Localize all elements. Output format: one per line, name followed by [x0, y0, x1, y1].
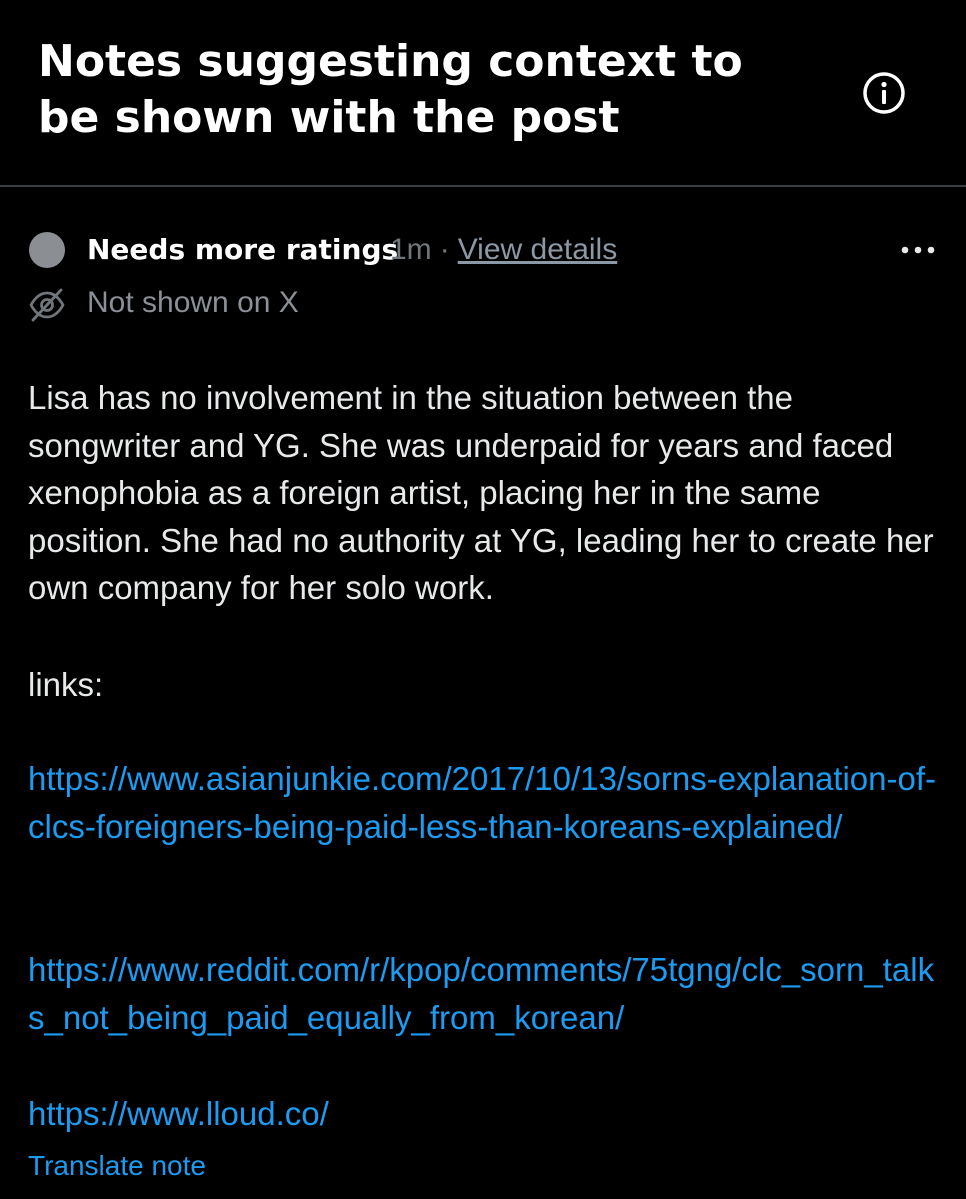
more-options-button[interactable]	[896, 234, 940, 266]
note-link-lloud[interactable]: https://www.lloud.co/	[28, 1090, 940, 1138]
visibility-label: Not shown on X	[87, 286, 299, 319]
note-body: Lisa has no involvement in the situation…	[28, 379, 934, 606]
info-circle-icon	[863, 72, 905, 114]
eye-off-icon	[29, 288, 65, 322]
meta-separator: ·	[439, 233, 450, 266]
page-title: Notes suggesting context to be shown wit…	[38, 36, 743, 143]
note-link-reddit[interactable]: https://www.reddit.com/r/kpop/comments/7…	[28, 946, 940, 1041]
view-details-link[interactable]: View details	[458, 233, 618, 266]
more-horizontal-icon	[901, 246, 935, 254]
timestamp: 1m	[390, 233, 432, 266]
status-label: Needs more ratings	[87, 233, 399, 266]
info-button[interactable]	[861, 70, 907, 116]
header: Notes suggesting context to be shown wit…	[0, 0, 966, 186]
note-meta: 1m · View details	[390, 230, 617, 270]
status-indicator	[29, 232, 65, 268]
note-link-asianjunkie[interactable]: https://www.asianjunkie.com/2017/10/13/s…	[28, 755, 940, 850]
header-divider	[0, 185, 966, 187]
translate-note-button[interactable]: Translate note	[28, 1148, 206, 1184]
links-label: links:	[28, 666, 104, 703]
